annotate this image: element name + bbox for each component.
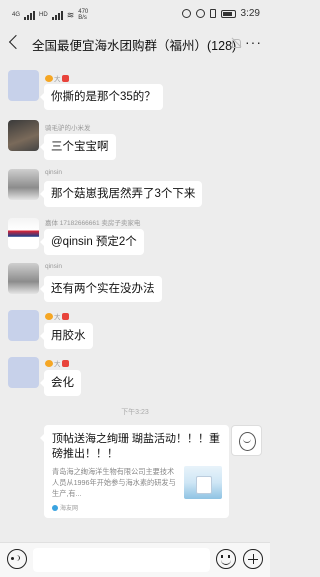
- network-type-b: HD: [39, 12, 48, 18]
- alarm-icon: [181, 9, 191, 18]
- chat-title: 全国最便宜海水团购群（福州）(128): [32, 39, 237, 53]
- source-logo-icon: [52, 505, 58, 511]
- sender-name: 骑毛驴的小米发: [45, 125, 91, 132]
- avatar[interactable]: [8, 357, 39, 388]
- sender-name: qinsin: [45, 169, 62, 176]
- network-type-a: 4G: [12, 12, 21, 18]
- sender-name: 大: [45, 358, 69, 368]
- message-bubble[interactable]: @qinsin 预定2个: [40, 229, 144, 255]
- signal-icon: [24, 10, 36, 20]
- dnd-icon: [195, 9, 205, 18]
- emoji-x-icon: [61, 75, 69, 82]
- plus-icon[interactable]: [243, 549, 263, 569]
- avatar[interactable]: [8, 120, 39, 151]
- message-bubble[interactable]: 那个菇崽我居然弄了3个下来: [39, 181, 203, 207]
- sender-name: qinsin: [45, 263, 62, 270]
- message-list[interactable]: 大 你撕的是那个35的？ 骑毛驴的小米发 三个宝宝啊 qinsin 那个菇崽我居…: [0, 58, 270, 542]
- message-bubble[interactable]: 还有两个实在没办法: [40, 276, 162, 302]
- sender-name: 大: [45, 311, 69, 321]
- avatar[interactable]: [8, 70, 39, 101]
- shared-link-card[interactable]: 顶帖送海之绚珊 瑚盐活动！！！重磅推出！！！ 青岛海之绚海洋生物有限公司主要技术…: [40, 425, 229, 518]
- signal-icon-2: [51, 10, 63, 20]
- status-left: 4G HD ≋ 470 B/s: [12, 9, 92, 21]
- card-source: 海友网: [52, 503, 78, 512]
- message-timestamp: 下午3:23: [121, 409, 149, 416]
- avatar[interactable]: [8, 263, 39, 294]
- sender-name: 大: [45, 73, 69, 83]
- avatar[interactable]: [8, 218, 39, 249]
- chat-header: 全国最便宜海水团购群（福州）(128) ···: [0, 28, 270, 58]
- message-input[interactable]: [33, 548, 210, 572]
- emoji-icon[interactable]: [216, 549, 236, 569]
- wifi-icon: ≋: [66, 9, 75, 20]
- emoji-sun-icon: [45, 75, 53, 82]
- battery-icon: [220, 9, 236, 18]
- message-bubble[interactable]: 用胶水: [40, 323, 93, 349]
- message-bubble[interactable]: 会化: [40, 370, 81, 396]
- status-right: 3:29: [181, 8, 260, 19]
- vibrate-icon: [209, 9, 216, 18]
- emoji-sun-icon: [45, 313, 53, 320]
- emoji-x-icon: [61, 313, 69, 320]
- network-speed: 470 B/s: [78, 9, 89, 21]
- message-bubble[interactable]: 你撕的是那个35的？: [40, 84, 163, 110]
- card-thumbnail: [184, 466, 222, 499]
- status-bar: 4G HD ≋ 470 B/s 3:29: [0, 0, 270, 28]
- sender-name: 嘉体 17182666661 卖房子卖家电: [45, 220, 141, 227]
- avatar[interactable]: [8, 169, 39, 200]
- status-time: 3:29: [240, 8, 260, 19]
- message-bubble[interactable]: 三个宝宝啊: [40, 134, 116, 160]
- emoji-sun-icon: [45, 360, 53, 367]
- input-bar: [0, 542, 270, 577]
- emoji-x-icon: [61, 360, 69, 367]
- avatar[interactable]: [8, 310, 39, 341]
- card-description: 青岛海之绚海洋生物有限公司主要技术人员从1996年开始参与海水素的研发与生产,有…: [52, 467, 176, 498]
- voice-input-icon[interactable]: [7, 549, 27, 569]
- card-title: 顶帖送海之绚珊 瑚盐活动！！！重磅推出！！！: [52, 433, 221, 460]
- mute-bell-icon: [230, 37, 242, 49]
- more-dots-icon[interactable]: ···: [245, 34, 262, 50]
- back-arrow-icon[interactable]: [7, 32, 21, 52]
- self-avatar[interactable]: [231, 425, 262, 456]
